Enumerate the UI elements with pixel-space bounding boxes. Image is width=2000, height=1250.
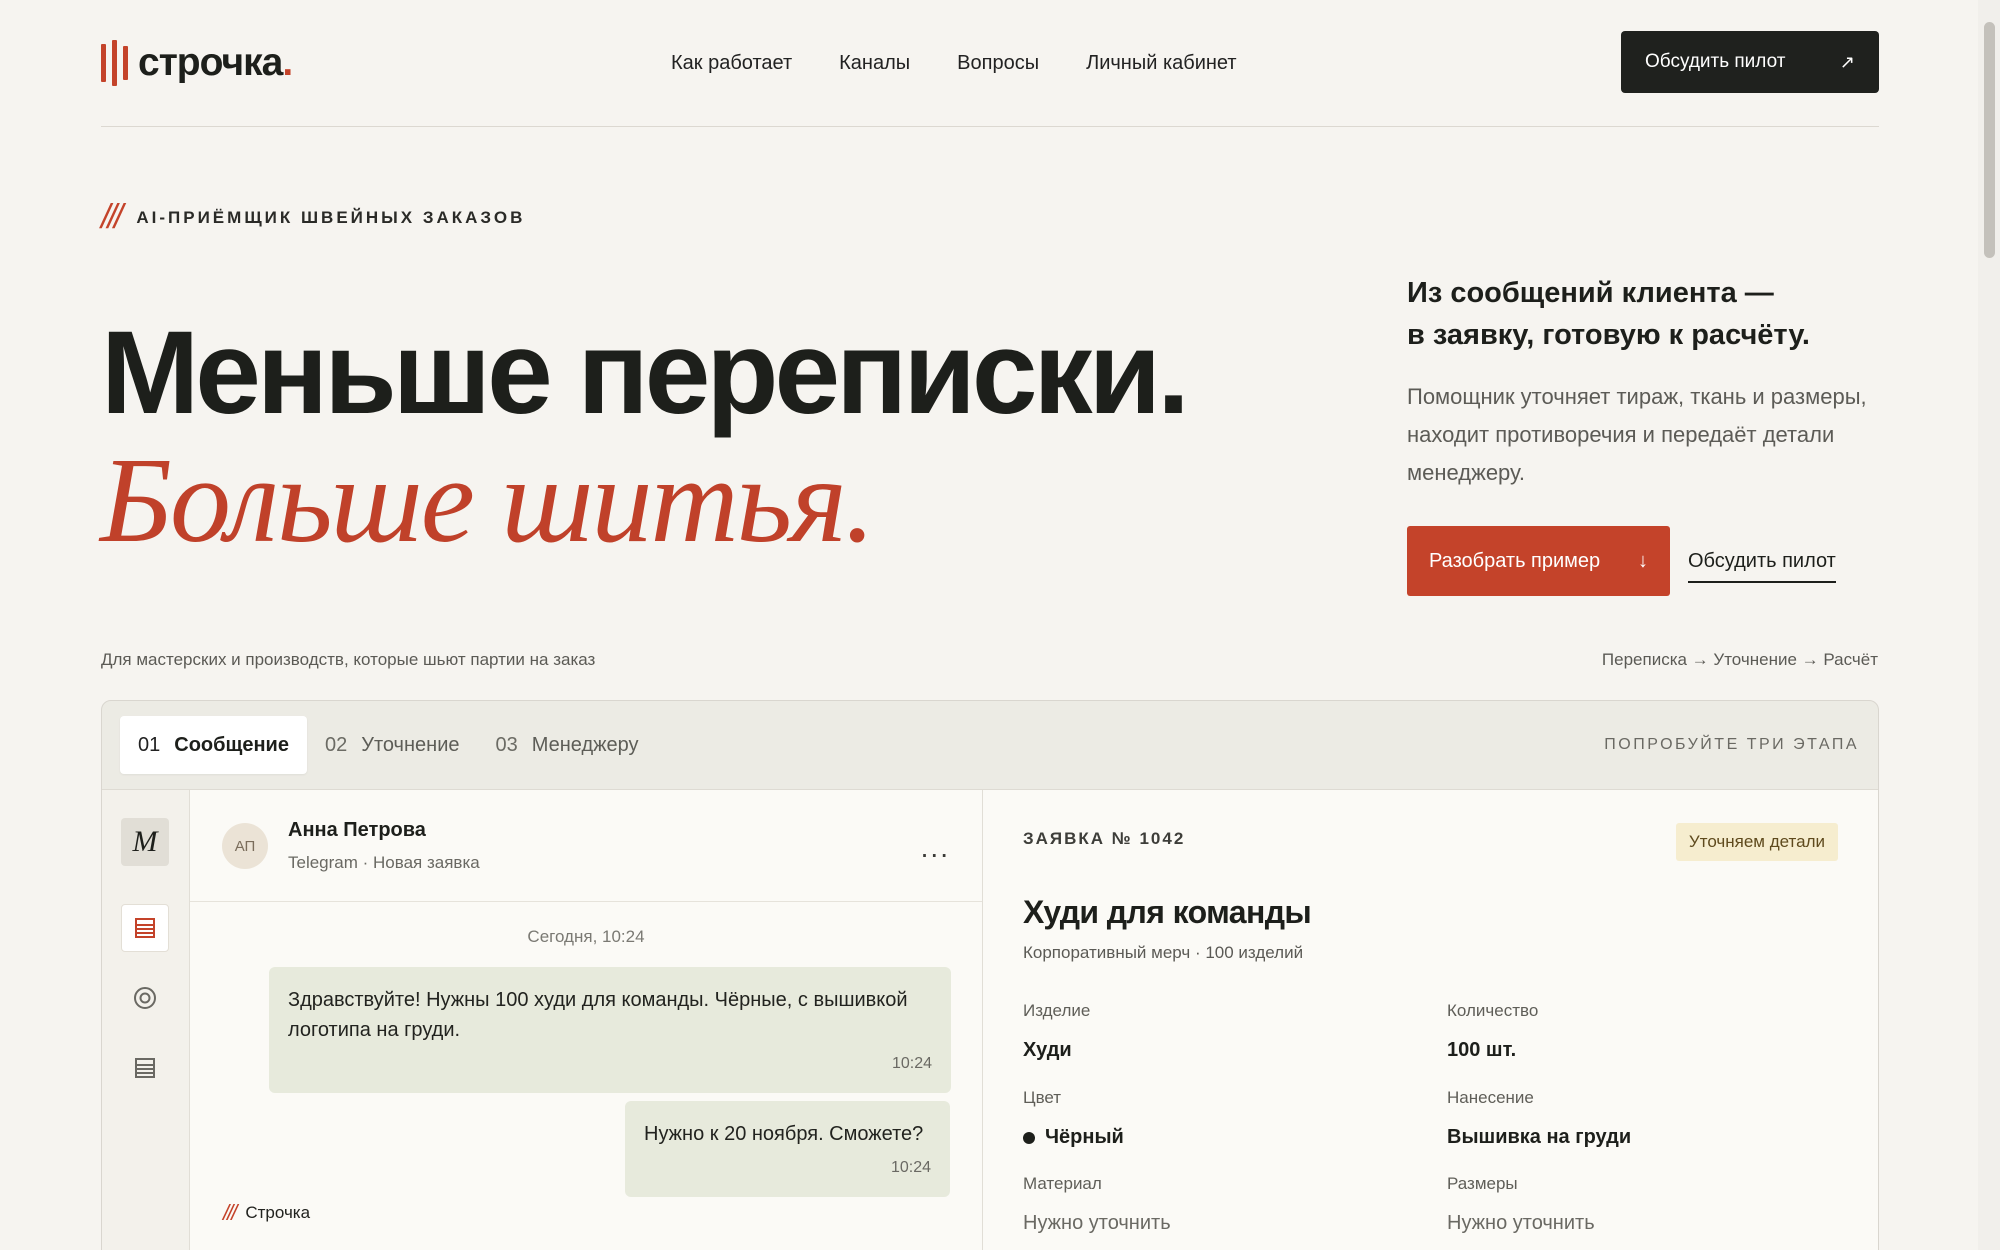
hero-title-accent: Больше шитья. — [100, 433, 875, 568]
color-swatch-icon — [1023, 1131, 1035, 1144]
arrow-up-right-icon: ↗ — [1839, 51, 1855, 72]
chat-pane: АП Анна Петрова Telegram · Новая заявка … — [190, 790, 983, 1250]
tab-to-manager[interactable]: 03 Менеджеру — [478, 716, 657, 774]
bot-sender-label: /// Строчка — [223, 1200, 311, 1225]
header-divider — [101, 126, 1879, 127]
demo-tabs: 01 Сообщение 02 Уточнение 03 Менеджеру П… — [102, 701, 1878, 789]
slashes-mark-icon: /// — [223, 1200, 237, 1225]
field-sizes: Размеры Нужно уточнить — [1447, 1174, 1595, 1234]
avatar: АП — [222, 823, 268, 869]
header-cta-label: Обсудить пилот — [1645, 51, 1786, 72]
landing-page: строчка. Как работает Каналы Вопросы Лич… — [0, 0, 1978, 1250]
day-separator: Сегодня, 10:24 — [527, 927, 645, 946]
field-print: Нанесение Вышивка на груди — [1447, 1088, 1632, 1148]
page-scrollbar[interactable] — [1978, 0, 2000, 1250]
eyebrow-text: AI-ПРИЁМЩИК ШВЕЙНЫХ ЗАКАЗОВ — [136, 207, 526, 227]
status-badge: Уточняем детали — [1675, 823, 1838, 861]
contact-name: Анна Петрова — [288, 819, 426, 841]
flow-note: Переписка → Уточнение → Расчёт — [1601, 650, 1878, 669]
see-example-label: Разобрать пример — [1429, 549, 1601, 572]
hero-side: Из сообщений клиента — в заявку, готовую… — [1407, 272, 1877, 596]
audience-note: Для мастерских и производств, которые шь… — [101, 650, 596, 669]
brand-logo[interactable]: строчка. — [101, 40, 293, 86]
brand-name: строчка. — [138, 41, 293, 84]
message-bubble: Нужно к 20 ноября. Сможете? 10:24 — [625, 1101, 950, 1197]
order-id: ЗАЯВКА № 1042 — [1023, 829, 1186, 848]
hero-cta-row: Разобрать пример ↓ Обсудить пилот — [1407, 526, 1877, 596]
order-card: ЗАЯВКА № 1042 Уточняем детали Худи для к… — [983, 790, 1878, 1250]
hero-title: Меньше переписки. — [101, 307, 1190, 439]
contact-meta: Telegram · Новая заявка — [288, 853, 480, 872]
field-product: Изделие Худи — [1023, 1001, 1091, 1061]
nav-how-it-works[interactable]: Как работает — [671, 52, 792, 75]
tabs-hint: ПОПРОБУЙТЕ ТРИ ЭТАПА — [1604, 736, 1859, 753]
hero-eyebrow: /// AI-ПРИЁМЩИК ШВЕЙНЫХ ЗАКАЗОВ — [101, 198, 525, 237]
more-icon[interactable]: ... — [921, 832, 950, 864]
field-color: Цвет Чёрный — [1023, 1088, 1124, 1148]
header-discuss-pilot-button[interactable]: Обсудить пилот ↗ — [1621, 31, 1879, 93]
see-example-button[interactable]: Разобрать пример ↓ — [1407, 526, 1670, 596]
document-icon[interactable] — [121, 1044, 169, 1092]
demo-content: M АП Анна Петрова Telegram · Новая заявк… — [102, 789, 1878, 1250]
scrollbar-thumb[interactable] — [1984, 22, 1995, 258]
main-nav: Как работает Каналы Вопросы Личный кабин… — [671, 31, 1237, 95]
nav-account[interactable]: Личный кабинет — [1086, 52, 1236, 75]
logo-bars-icon — [101, 40, 128, 86]
discuss-pilot-link[interactable]: Обсудить пилот — [1688, 550, 1836, 583]
order-title: Худи для команды — [1023, 894, 1312, 930]
field-material: Материал Нужно уточнить — [1023, 1174, 1171, 1234]
list-icon[interactable] — [121, 904, 169, 952]
nav-faq[interactable]: Вопросы — [957, 52, 1039, 75]
message-bubble: Здравствуйте! Нужны 100 худи для команды… — [269, 967, 951, 1093]
site-header: строчка. Как работает Каналы Вопросы Лич… — [101, 31, 1879, 95]
chat-header: АП Анна Петрова Telegram · Новая заявка … — [190, 790, 982, 902]
arrow-down-icon: ↓ — [1638, 549, 1648, 572]
target-icon[interactable] — [121, 974, 169, 1022]
tab-message[interactable]: 01 Сообщение — [120, 716, 307, 774]
field-quantity: Количество 100 шт. — [1447, 1001, 1539, 1061]
hero-lead: Из сообщений клиента — в заявку, готовую… — [1407, 277, 1810, 351]
nav-channels[interactable]: Каналы — [839, 52, 910, 75]
demo-panel: 01 Сообщение 02 Уточнение 03 Менеджеру П… — [101, 700, 1879, 1250]
app-rail: M — [102, 790, 190, 1250]
hero-description: Помощник уточняет тираж, ткань и размеры… — [1407, 384, 1867, 485]
app-logo-icon[interactable]: M — [121, 818, 169, 866]
slashes-mark-icon: /// — [101, 198, 123, 236]
order-subtitle: Корпоративный мерч · 100 изделий — [1023, 943, 1304, 962]
tab-clarification[interactable]: 02 Уточнение — [307, 716, 478, 774]
